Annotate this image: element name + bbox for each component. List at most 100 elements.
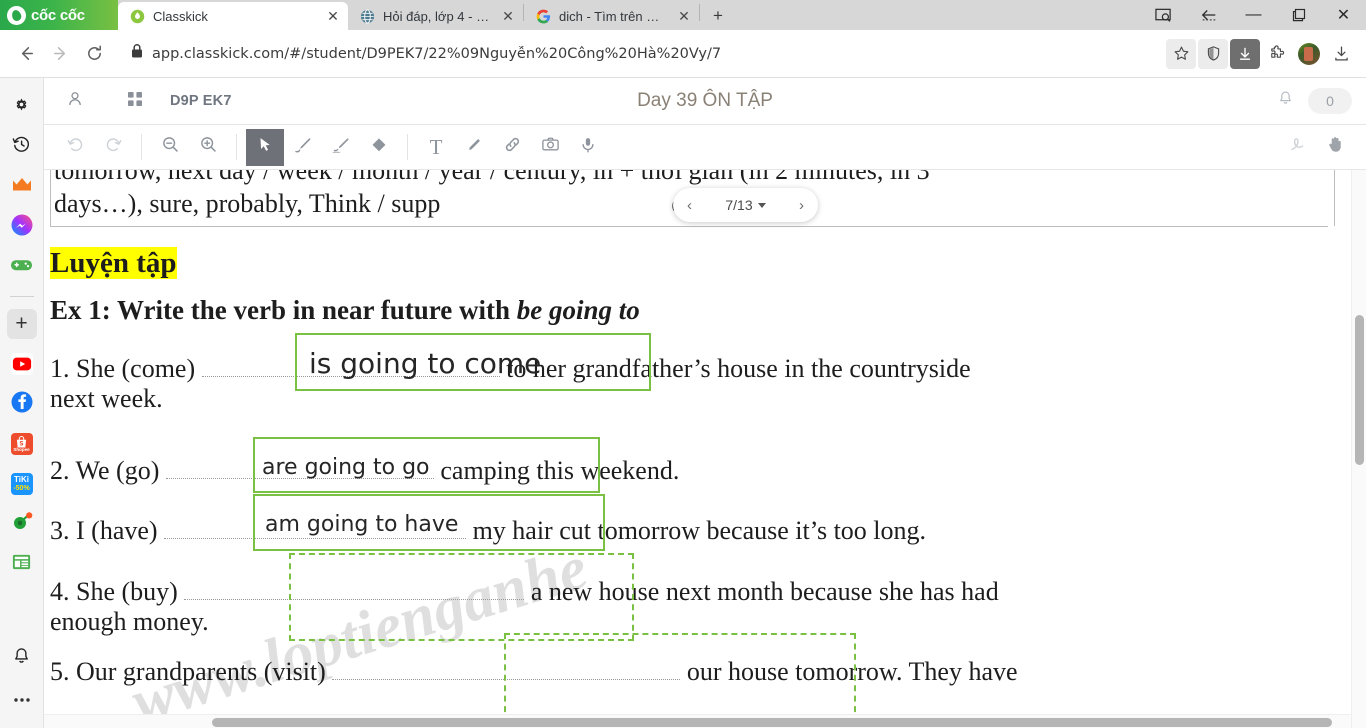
window-back-icon[interactable] (1186, 0, 1231, 30)
classkick-app: D9P EK7 Day 39 ÔN TẬP 0 T www.loptiengan… (44, 78, 1366, 728)
nav-reload-button[interactable] (78, 38, 110, 70)
tool-select[interactable] (246, 128, 284, 166)
extensions-puzzle-icon[interactable] (1262, 39, 1292, 69)
address-bar-actions (1166, 38, 1356, 69)
window-maximize-icon[interactable] (1276, 0, 1321, 30)
grid-icon (127, 91, 143, 112)
sidebar-item-shopee[interactable]: S Shopee (7, 429, 37, 459)
sidebar-item-tiki[interactable]: TiKi -50% (7, 469, 37, 499)
tool-camera[interactable] (531, 129, 569, 166)
answer-text-2[interactable]: are going to go (262, 455, 430, 480)
browser-tab-hoc24[interactable]: Hỏi đáp, lớp 4 - Hoc24 ✕ (348, 2, 523, 30)
more-dots-icon (12, 689, 32, 709)
tool-text[interactable]: T (417, 129, 455, 166)
tool-link[interactable] (493, 129, 531, 166)
page-prev-button[interactable]: ‹ (687, 197, 692, 214)
answer-text-1[interactable]: is going to come (309, 347, 541, 380)
camera-icon (541, 135, 560, 159)
sidebar-item-adblock[interactable] (7, 509, 37, 539)
sidebar-item-more[interactable] (7, 684, 37, 714)
question-3-prompt: I (have) (76, 516, 158, 545)
crown-icon (11, 175, 33, 200)
profile-icon-button[interactable] (58, 84, 92, 118)
screenshot-capture-icon[interactable] (1141, 0, 1186, 30)
tool-line[interactable] (455, 129, 493, 166)
tab-close-icon[interactable]: ✕ (499, 7, 517, 25)
sidebar-item-settings[interactable] (7, 92, 37, 122)
tool-pan-hand[interactable] (1316, 129, 1354, 166)
classkick-header: D9P EK7 Day 39 ÔN TẬP 0 (44, 78, 1366, 125)
nav-back-button[interactable] (10, 38, 42, 70)
tab-close-icon[interactable]: ✕ (324, 7, 342, 25)
tool-signature[interactable] (1278, 129, 1316, 166)
shopee-icon: S Shopee (10, 433, 33, 455)
tool-undo[interactable] (56, 129, 94, 166)
question-2-number: 2. (50, 456, 70, 485)
google-icon (535, 8, 551, 24)
tab-close-icon[interactable]: ✕ (675, 7, 693, 25)
answer-box-4[interactable] (289, 553, 634, 641)
tool-redo[interactable] (94, 129, 132, 166)
sidebar-item-games[interactable] (7, 252, 37, 282)
tool-zoom-in[interactable] (189, 129, 227, 166)
messenger-icon (11, 214, 33, 241)
section-heading: Luyện tập (50, 247, 177, 279)
tool-zoom-out[interactable] (151, 129, 189, 166)
page-indicator-label: 7/13 (725, 197, 753, 213)
tool-pen[interactable] (284, 129, 322, 166)
link-icon (503, 135, 522, 159)
sidebar-item-premium[interactable] (7, 172, 37, 202)
sidebar-item-add[interactable]: + (6, 309, 37, 339)
lock-icon (130, 43, 144, 64)
page-indicator[interactable]: 7/13 (725, 197, 766, 213)
sidebar-item-facebook[interactable] (7, 389, 37, 419)
hand-icon (1326, 135, 1345, 159)
browser-tabstrip: cốc cốc Classkick ✕ Hỏi đáp, lớp 4 - Hoc… (0, 0, 1366, 30)
address-bar[interactable]: app.classkick.com/#/student/D9PEK7/22%09… (118, 38, 1158, 70)
shield-icon[interactable] (1198, 38, 1228, 69)
class-code[interactable]: D9P EK7 (170, 93, 232, 109)
new-tab-button[interactable]: + (704, 2, 732, 30)
horizontal-scrollbar-thumb[interactable] (212, 718, 1332, 727)
vertical-scrollbar-thumb[interactable] (1355, 315, 1364, 465)
header-right-group: 0 (1268, 84, 1352, 118)
answer-text-3[interactable]: am going to have (265, 512, 458, 537)
tiki-icon: TiKi -50% (10, 473, 33, 495)
microphone-icon (579, 136, 597, 159)
bookmark-star-icon[interactable] (1166, 38, 1196, 69)
tool-highlighter[interactable] (322, 129, 360, 166)
notification-count-badge[interactable]: 0 (1308, 88, 1352, 114)
sidebar-item-messenger[interactable] (7, 212, 37, 242)
history-clock-icon (12, 135, 31, 159)
window-close-icon[interactable]: ✕ (1321, 0, 1366, 30)
question-4-line-2: enough money. (50, 607, 209, 636)
tool-eraser[interactable] (360, 129, 398, 166)
highlighter-icon (331, 135, 351, 160)
sidebar-item-history[interactable] (7, 132, 37, 162)
sidebar-item-youtube[interactable] (7, 349, 37, 379)
question-5-number: 5. (50, 657, 70, 686)
browser-tab-classkick[interactable]: Classkick ✕ (118, 2, 348, 30)
vertical-scrollbar[interactable] (1351, 170, 1366, 728)
globe-icon (359, 8, 375, 24)
tab-title: dich - Tìm trên Google (559, 8, 667, 24)
profile-avatar-icon[interactable] (1294, 39, 1324, 69)
window-minimize-icon[interactable]: — (1231, 0, 1276, 30)
sidebar-item-notifications[interactable] (7, 644, 37, 674)
page-navigator[interactable]: ‹ 7/13 › (673, 188, 818, 222)
page-title: Day 39 ÔN TẬP (637, 90, 773, 111)
grid-view-button[interactable] (118, 84, 152, 118)
eraser-icon (370, 136, 388, 159)
tool-microphone[interactable] (569, 129, 607, 166)
downloads-tray-icon[interactable] (1326, 39, 1356, 69)
sidebar-item-news[interactable] (7, 549, 37, 579)
nav-forward-button[interactable] (44, 38, 76, 70)
notifications-button[interactable] (1268, 84, 1302, 118)
browser-tab-google[interactable]: dich - Tìm trên Google ✕ (524, 2, 699, 30)
page-next-button[interactable]: › (799, 197, 804, 214)
download-arrow-icon[interactable] (1230, 38, 1260, 69)
horizontal-scrollbar[interactable] (44, 714, 1351, 728)
bell-icon (12, 647, 31, 671)
question-5-prompt: Our grandparents (visit) (76, 657, 326, 686)
worksheet-canvas[interactable]: www.loptienganhe tomorrow, next day / we… (44, 170, 1366, 728)
